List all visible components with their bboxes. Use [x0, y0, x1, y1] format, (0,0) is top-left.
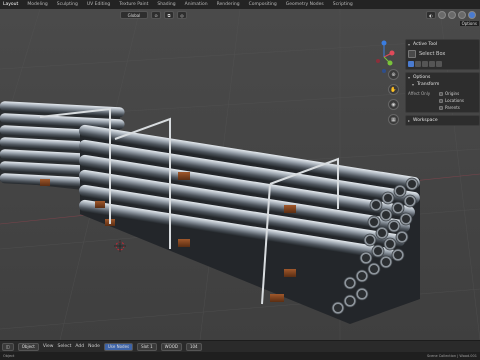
- editor-type-icon[interactable]: ◫: [2, 342, 14, 351]
- menu-view[interactable]: View: [43, 344, 54, 349]
- active-tool-heading: Active Tool: [413, 42, 438, 47]
- tool-name: Select Box: [419, 51, 446, 57]
- active-tool-panel: ▾ Active Tool Select Box: [405, 39, 480, 70]
- subtract-selection-icon[interactable]: [422, 61, 428, 67]
- tab-sculpting[interactable]: Sculpting: [56, 2, 79, 7]
- pan-hand-icon[interactable]: ✋: [388, 84, 399, 95]
- user-count: 104: [185, 342, 202, 351]
- collapse-arrow-icon[interactable]: ▾: [408, 42, 410, 47]
- pivot-icon[interactable]: ⊙: [151, 11, 161, 19]
- slot-dropdown[interactable]: Slot 1: [137, 342, 157, 351]
- affect-only-label: Affect Only: [408, 91, 431, 96]
- wireframe-shading-icon[interactable]: [438, 11, 446, 19]
- overlays-icon[interactable]: ◐: [426, 11, 436, 19]
- tab-uv-editing[interactable]: UV Editing: [86, 2, 111, 7]
- viewport-shading-controls: ◐: [426, 11, 476, 19]
- 3d-viewport[interactable]: Global ⊙ ⧉ ◎ ◐ Options ⊕ ✋ ◉ ▦ ▾ Active …: [0, 9, 480, 340]
- tab-compositing[interactable]: Compositing: [248, 2, 278, 7]
- menu-select[interactable]: Select: [58, 344, 72, 349]
- options-dropdown[interactable]: Options: [459, 21, 479, 26]
- tab-modeling[interactable]: Modeling: [26, 2, 48, 7]
- collapse-arrow-icon[interactable]: ▾: [412, 82, 414, 87]
- zoom-icon[interactable]: ⊕: [388, 69, 399, 80]
- locations-label: Locations: [445, 98, 465, 103]
- expand-arrow-icon[interactable]: ▸: [408, 118, 410, 123]
- solid-shading-icon[interactable]: [448, 11, 456, 19]
- tab-scripting[interactable]: Scripting: [332, 2, 354, 7]
- grid-view-icon[interactable]: ▦: [388, 114, 399, 125]
- sidebar-n-panel: ▾ Active Tool Select Box ▾ Options ▾ Tra…: [405, 39, 480, 142]
- tab-rendering[interactable]: Rendering: [216, 2, 241, 7]
- options-panel: ▾ Options ▾ Transform Affect Only Origin…: [405, 72, 480, 113]
- material-shading-icon[interactable]: [458, 11, 466, 19]
- orientation-dropdown[interactable]: Global: [120, 11, 148, 19]
- status-right: Scene Collection | Wood.001: [426, 354, 477, 358]
- workspace-tab-bar: Layout Modeling Sculpting UV Editing Tex…: [0, 0, 480, 9]
- viewport-nav-buttons: ⊕ ✋ ◉ ▦: [388, 69, 399, 125]
- status-left: Object: [3, 354, 15, 358]
- use-nodes-checkbox[interactable]: Use Nodes: [103, 342, 134, 351]
- mode-dropdown[interactable]: Object: [17, 342, 39, 351]
- proportional-edit-icon[interactable]: ◎: [177, 11, 187, 19]
- invert-selection-icon[interactable]: [429, 61, 435, 67]
- workspace-panel[interactable]: ▸ Workspace: [405, 115, 480, 126]
- camera-view-icon[interactable]: ◉: [388, 99, 399, 110]
- tab-animation[interactable]: Animation: [184, 2, 209, 7]
- front-pipe-stack: [78, 124, 420, 324]
- transform-heading: Transform: [417, 82, 440, 87]
- snap-icon[interactable]: ⧉: [164, 11, 174, 19]
- extend-selection-icon[interactable]: [415, 61, 421, 67]
- select-box-icon[interactable]: [408, 50, 416, 58]
- workspace-heading: Workspace: [413, 118, 438, 123]
- tab-layout[interactable]: Layout: [2, 2, 19, 7]
- intersect-selection-icon[interactable]: [436, 61, 442, 67]
- tab-geometry-nodes[interactable]: Geometry Nodes: [285, 2, 325, 7]
- selection-mode-buttons: [408, 61, 477, 67]
- collapse-arrow-icon[interactable]: ▾: [408, 75, 410, 80]
- origins-label: Origins: [445, 91, 460, 96]
- locations-checkbox[interactable]: [439, 98, 443, 103]
- viewport-header: Global ⊙ ⧉ ◎: [120, 11, 187, 19]
- tab-texture-paint[interactable]: Texture Paint: [118, 2, 149, 7]
- status-bar: Object Scene Collection | Wood.001: [0, 352, 480, 360]
- parents-checkbox[interactable]: [439, 105, 443, 110]
- origins-checkbox[interactable]: [439, 91, 443, 96]
- tab-shading[interactable]: Shading: [156, 2, 176, 7]
- menu-node[interactable]: Node: [88, 344, 100, 349]
- parents-label: Parents: [445, 105, 460, 110]
- options-heading: Options: [413, 75, 431, 80]
- shader-editor-header: ◫ Object View Select Add Node Use Nodes …: [0, 340, 480, 352]
- set-selection-icon[interactable]: [408, 61, 414, 67]
- rendered-shading-icon[interactable]: [468, 11, 476, 19]
- 3d-cursor: [114, 240, 126, 252]
- material-field[interactable]: WOOD: [160, 342, 182, 351]
- menu-add[interactable]: Add: [75, 344, 84, 349]
